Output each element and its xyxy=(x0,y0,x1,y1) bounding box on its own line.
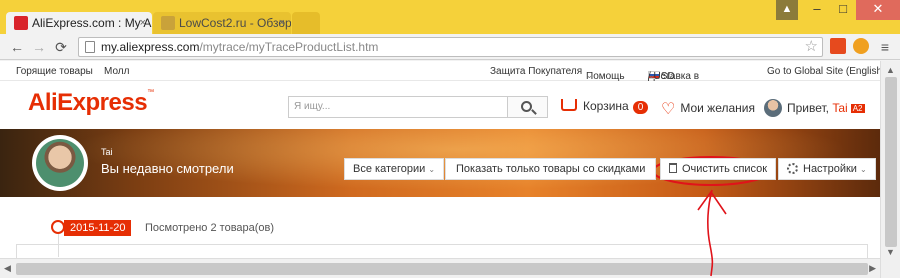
hot-deals-link[interactable]: Горящие товары xyxy=(16,66,93,77)
tab-aliexpress[interactable]: AliExpress.com : My A × xyxy=(6,12,152,34)
chevron-down-icon: ⌄ xyxy=(860,165,867,174)
horizontal-scrollbar[interactable]: ◀ ▶ xyxy=(0,258,880,278)
tab-close-icon[interactable]: × xyxy=(140,12,146,34)
clock-icon xyxy=(51,220,65,234)
top-navigation: Горящие товары Молл Защита Покупателя По… xyxy=(0,61,885,82)
extension-icon[interactable] xyxy=(853,38,869,54)
tab-title: AliExpress.com : My A xyxy=(32,16,152,30)
cart-count-badge: 0 xyxy=(632,101,649,114)
scroll-left-icon[interactable]: ◀ xyxy=(4,263,11,274)
reload-button[interactable]: ⟳ xyxy=(52,38,70,56)
discount-only-button[interactable]: Показать только товары со скидками xyxy=(445,158,657,180)
global-site-link[interactable]: Go to Global Site (English) xyxy=(767,66,885,77)
search-placeholder: Я ищу... xyxy=(294,101,331,112)
page-icon xyxy=(85,41,95,53)
chevron-down-icon: ⌄ xyxy=(586,71,593,80)
scroll-down-icon[interactable]: ▼ xyxy=(886,247,895,257)
trash-icon xyxy=(669,163,677,173)
browser-toolbar: ← → ⟳ my.aliexpress.com/mytrace/myTraceP… xyxy=(0,34,900,60)
profile-avatar xyxy=(32,135,88,191)
chrome-menu-icon[interactable]: ≡ xyxy=(876,38,894,56)
product-card xyxy=(16,244,868,258)
wishlist-link[interactable]: ♡ Мои желания xyxy=(661,99,755,119)
mall-link[interactable]: Молл xyxy=(104,66,129,77)
minimize-button[interactable]: – xyxy=(804,0,830,20)
scroll-right-icon[interactable]: ▶ xyxy=(869,263,876,274)
browser-titlebar: AliExpress.com : My A × LowCost2.ru - Об… xyxy=(0,0,900,34)
level-badge: A2 xyxy=(850,104,865,113)
clear-list-button[interactable]: Очистить список xyxy=(660,158,777,180)
window-controls: ▲ – □ ✕ xyxy=(776,0,900,22)
maximize-button[interactable]: □ xyxy=(830,0,856,20)
search-input[interactable]: Я ищу... xyxy=(288,96,508,118)
history-content: 2015-11-20 Посмотрено 2 товара(ов) xyxy=(0,197,880,258)
back-button[interactable]: ← xyxy=(8,38,26,56)
heart-icon: ♡ xyxy=(661,101,676,118)
buyer-protection-link[interactable]: Защита Покупателя xyxy=(490,66,582,77)
aliexpress-logo[interactable]: AliExpress™ xyxy=(28,89,154,117)
site-header: AliExpress™ Я ищу... Корзина 0 ♡ Мои желан… xyxy=(0,82,880,129)
tab-close-icon[interactable]: × xyxy=(279,12,285,34)
chevron-down-icon: ⌄ xyxy=(648,71,655,80)
chevron-down-icon: ⌄ xyxy=(428,165,436,174)
cart-icon xyxy=(561,99,577,111)
recently-viewed-banner: Tai Вы недавно смотрели Все категории ⌄ … xyxy=(0,129,880,197)
account-menu[interactable]: Привет, Tai A2 xyxy=(764,99,865,117)
banner-username: Tai xyxy=(101,147,113,157)
tab-title: LowCost2.ru - Обзор xyxy=(179,16,291,30)
scroll-up-icon[interactable]: ▲ xyxy=(886,65,895,75)
gear-icon xyxy=(787,163,798,174)
tab-lowcost2[interactable]: LowCost2.ru - Обзор × xyxy=(153,12,291,34)
url-text: my.aliexpress.com/mytrace/myTraceProduct… xyxy=(101,40,379,54)
close-window-button[interactable]: ✕ xyxy=(856,0,900,20)
scroll-thumb[interactable] xyxy=(16,263,868,275)
history-date: 2015-11-20 xyxy=(64,220,132,236)
settings-dropdown[interactable]: Настройки ⌄ xyxy=(778,158,876,180)
scroll-thumb[interactable] xyxy=(885,77,897,247)
page-title: Вы недавно смотрели xyxy=(101,161,234,176)
forward-button[interactable]: → xyxy=(30,38,48,56)
lowcost2-favicon-icon xyxy=(161,16,175,30)
aliexpress-extension-icon[interactable] xyxy=(830,38,846,54)
new-tab-button[interactable] xyxy=(292,12,320,34)
all-categories-dropdown[interactable]: Все категории ⌄ xyxy=(344,158,445,180)
search-button[interactable] xyxy=(508,96,548,118)
cart-link[interactable]: Корзина 0 xyxy=(561,99,649,114)
address-bar[interactable]: my.aliexpress.com/mytrace/myTraceProduct… xyxy=(78,37,823,57)
user-name: Tai xyxy=(832,101,848,115)
user-profile-icon[interactable]: ▲ xyxy=(776,0,798,20)
web-page: Горящие товары Молл Защита Покупателя По… xyxy=(0,61,900,278)
bookmark-star-icon[interactable]: ☆ xyxy=(805,38,818,56)
vertical-scrollbar[interactable]: ▲ ▼ xyxy=(880,61,900,278)
viewed-count: Посмотрено 2 товара(ов) xyxy=(145,222,275,234)
aliexpress-favicon-icon xyxy=(14,16,28,30)
avatar xyxy=(764,99,782,117)
